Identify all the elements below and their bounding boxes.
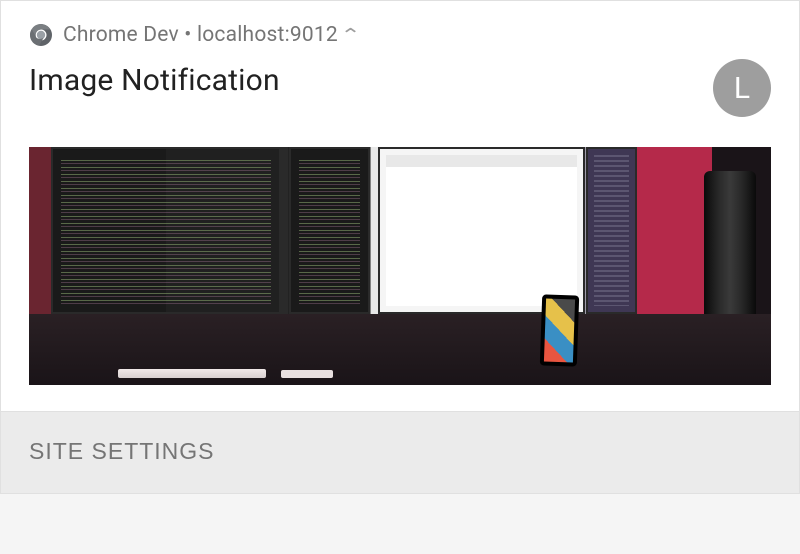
site-settings-button[interactable]: SITE SETTINGS	[29, 438, 215, 465]
action-row: SITE SETTINGS	[1, 412, 799, 493]
separator: •	[179, 23, 197, 47]
notification-source: Chrome Dev • localhost:9012 ⌃	[63, 23, 771, 47]
chevron-up-icon: ⌃	[340, 25, 361, 46]
app-name: Chrome Dev	[63, 23, 179, 47]
origin: localhost:9012	[197, 23, 338, 47]
notification-title: Image Notification	[29, 63, 280, 98]
avatar: L	[713, 59, 771, 117]
chrome-icon	[29, 23, 53, 47]
avatar-letter: L	[734, 71, 750, 106]
notification-title-row: Image Notification L	[1, 57, 799, 135]
notification-card: Chrome Dev • localhost:9012 ⌃ Image Noti…	[0, 0, 800, 494]
notification-big-image	[29, 147, 771, 385]
notification-header[interactable]: Chrome Dev • localhost:9012 ⌃	[1, 1, 799, 57]
